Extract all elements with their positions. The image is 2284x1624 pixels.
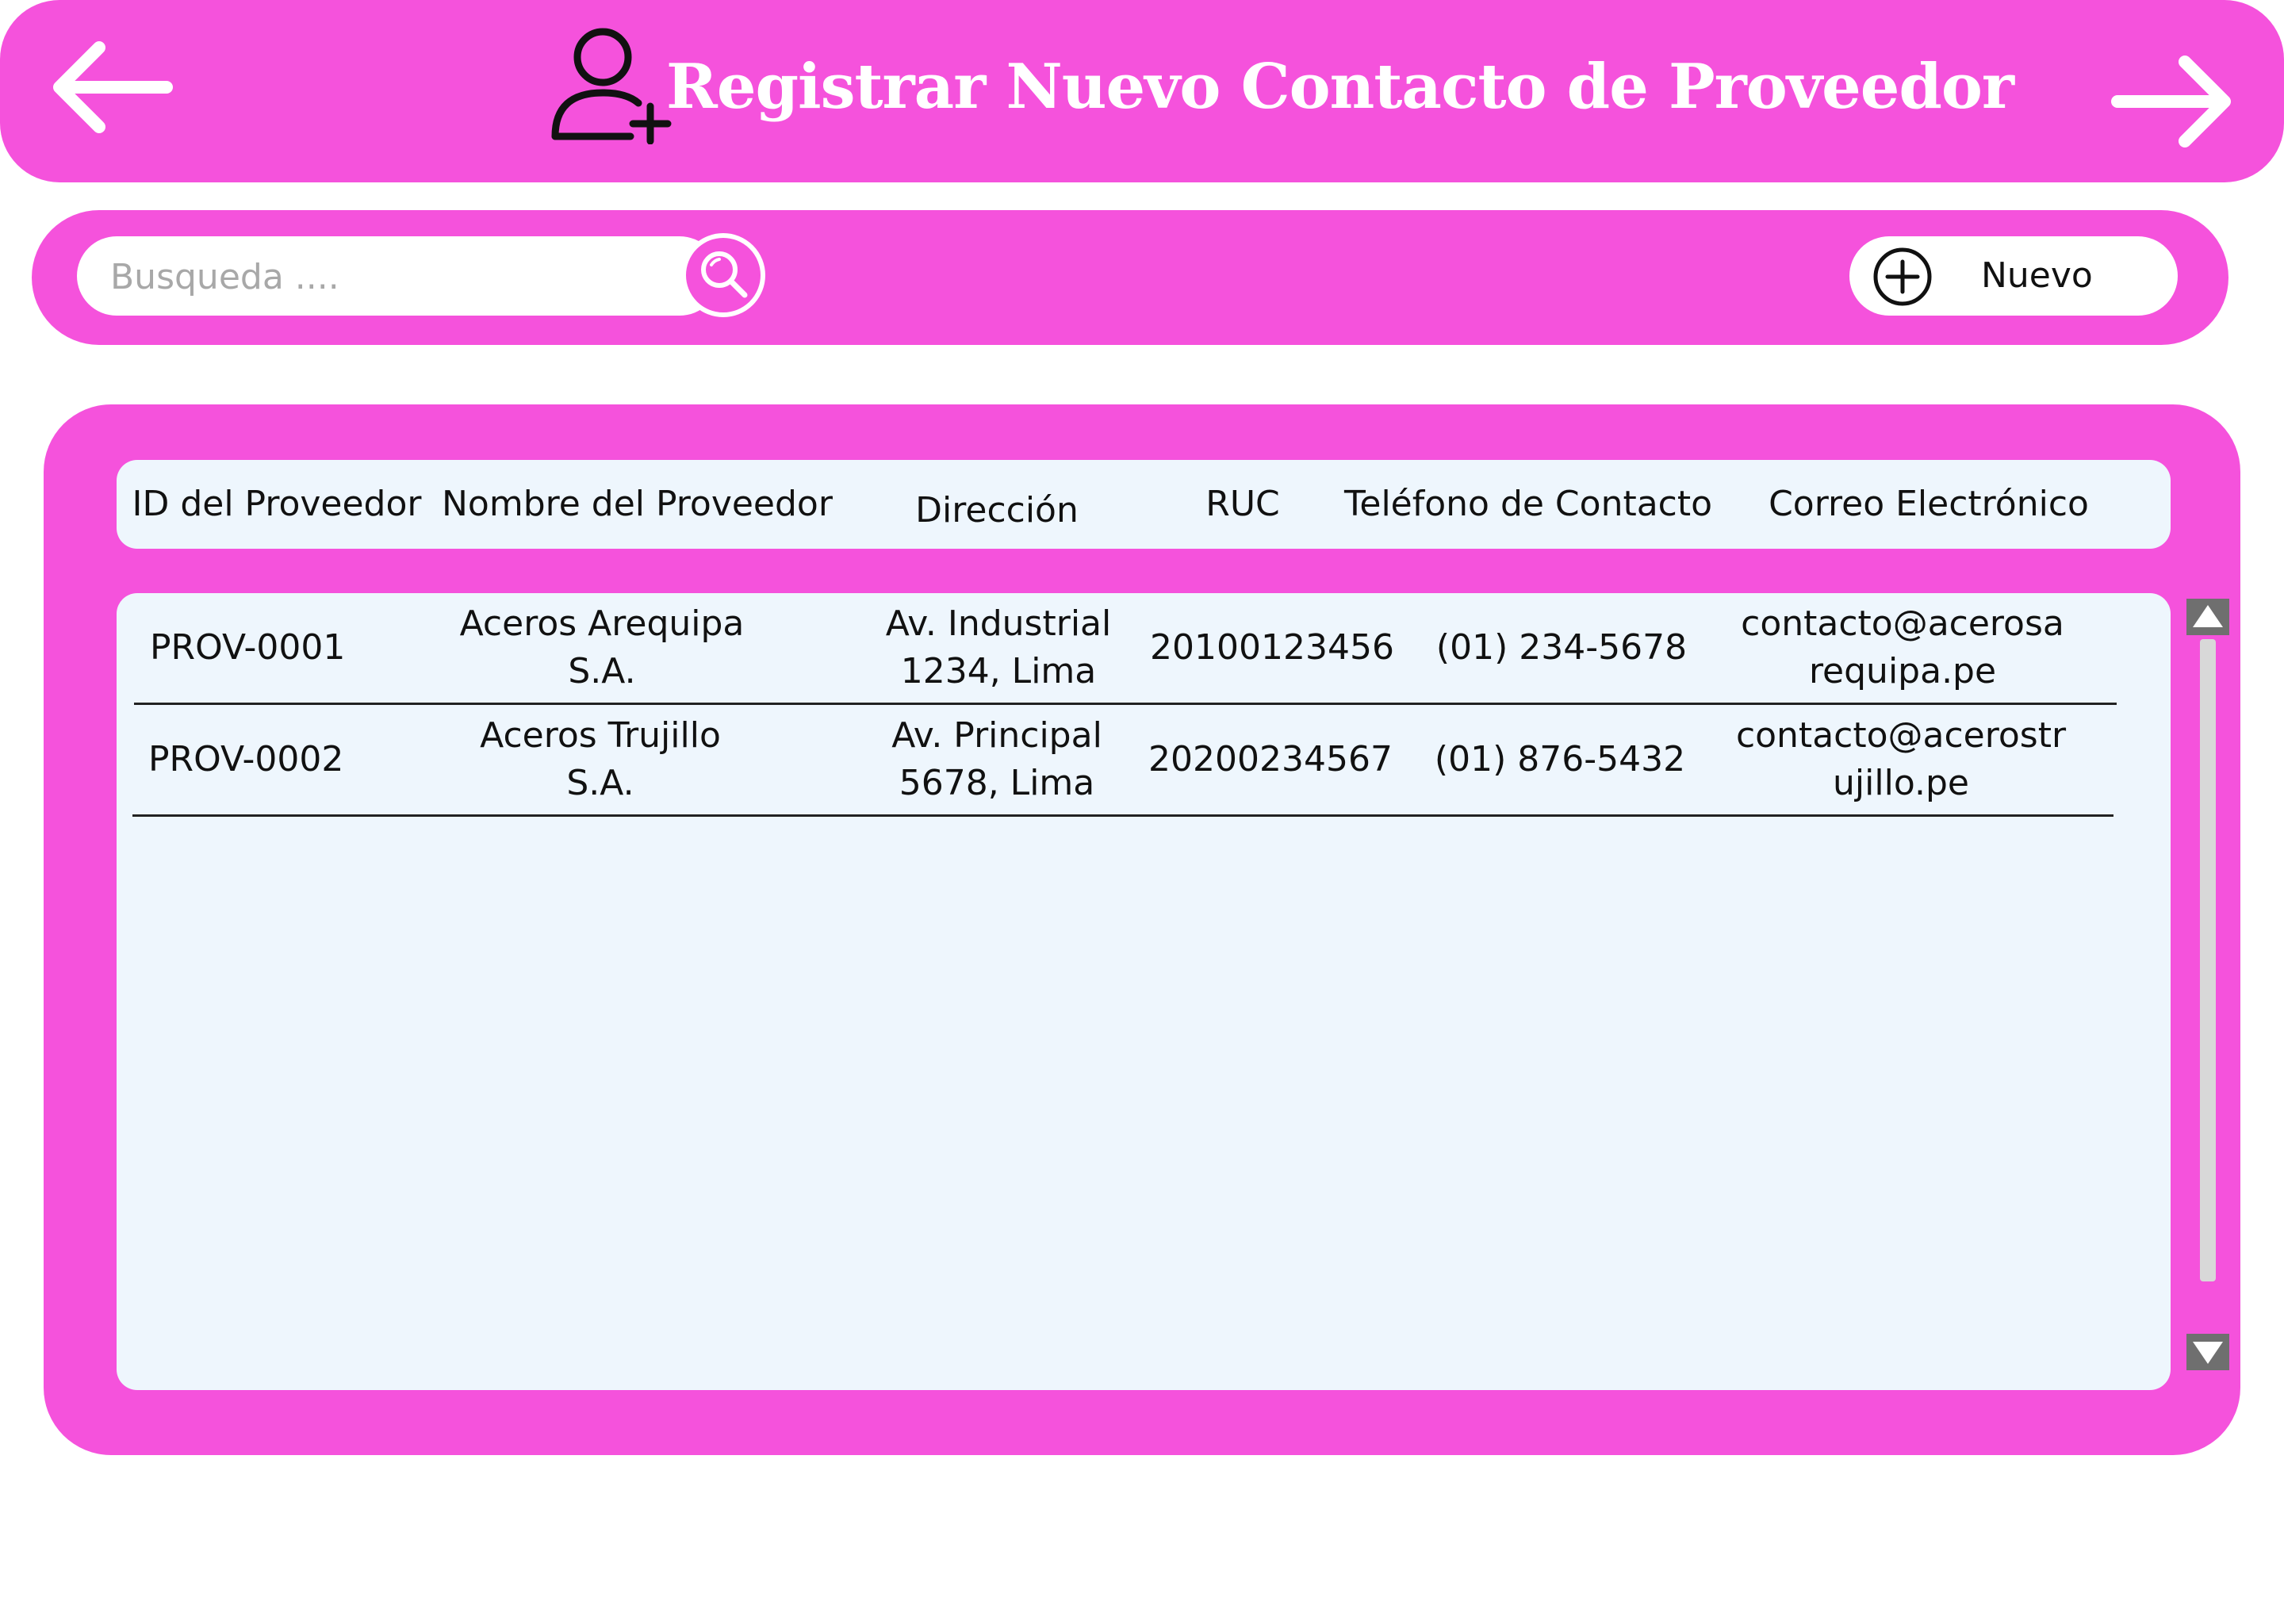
cell-direccion: Av. Principal 5678, Lima bbox=[891, 715, 1102, 803]
toolbar: Nuevo bbox=[32, 210, 2228, 345]
cell-ruc: 20100123456 bbox=[1150, 627, 1394, 668]
search-button[interactable] bbox=[681, 233, 765, 317]
table-header: ID del Proveedor Nombre del Proveedor Di… bbox=[117, 460, 2171, 549]
cell-direccion: Av. Industrial 1234, Lima bbox=[885, 603, 1112, 691]
plus-circle-icon bbox=[1873, 247, 1932, 306]
page-title: Registrar Nuevo Contacto de Proveedor bbox=[666, 51, 2014, 123]
triangle-up-icon[interactable] bbox=[2186, 599, 2229, 635]
column-header-nombre: Nombre del Proveedor bbox=[442, 484, 833, 524]
cell-nombre: Aceros Arequipa S.A. bbox=[459, 603, 745, 691]
cell-ruc: 20200234567 bbox=[1148, 739, 1393, 779]
main-panel: ID del Proveedor Nombre del Proveedor Di… bbox=[44, 404, 2240, 1455]
cell-id: PROV-0002 bbox=[148, 739, 344, 779]
scrollbar-track[interactable] bbox=[2200, 639, 2216, 1281]
table-row[interactable]: PROV-0001 Aceros Arequipa S.A. Av. Indus… bbox=[134, 593, 2117, 705]
search-input[interactable] bbox=[109, 236, 667, 317]
new-button-label: Nuevo bbox=[1981, 255, 2093, 296]
cell-correo: contacto@acerosarequipa.pe bbox=[1741, 603, 2064, 691]
header-bar: Registrar Nuevo Contacto de Proveedor bbox=[0, 0, 2284, 182]
new-button[interactable]: Nuevo bbox=[1849, 236, 2178, 316]
triangle-down-icon[interactable] bbox=[2186, 1334, 2229, 1370]
arrow-right-icon[interactable] bbox=[2102, 46, 2244, 157]
column-header-correo: Correo Electrónico bbox=[1769, 484, 2089, 524]
cell-correo: contacto@acerostrujillo.pe bbox=[1735, 715, 2067, 803]
table-body: PROV-0001 Aceros Arequipa S.A. Av. Indus… bbox=[117, 593, 2171, 1390]
cell-id: PROV-0001 bbox=[150, 627, 346, 668]
user-add-icon bbox=[551, 28, 672, 144]
table-row[interactable]: PROV-0002 Aceros Trujillo S.A. Av. Princ… bbox=[132, 705, 2113, 817]
cell-nombre: Aceros Trujillo S.A. bbox=[480, 715, 721, 803]
column-header-direccion: Dirección bbox=[915, 490, 1079, 530]
search-box bbox=[77, 233, 765, 317]
arrow-left-icon[interactable] bbox=[40, 32, 182, 143]
column-header-telefono: Teléfono de Contacto bbox=[1343, 484, 1713, 524]
column-header-ruc: RUC bbox=[1205, 484, 1280, 524]
cell-telefono: (01) 234-5678 bbox=[1435, 627, 1688, 668]
search-icon bbox=[701, 251, 748, 298]
column-header-id: ID del Proveedor bbox=[132, 484, 422, 524]
cell-telefono: (01) 876-5432 bbox=[1434, 739, 1686, 779]
